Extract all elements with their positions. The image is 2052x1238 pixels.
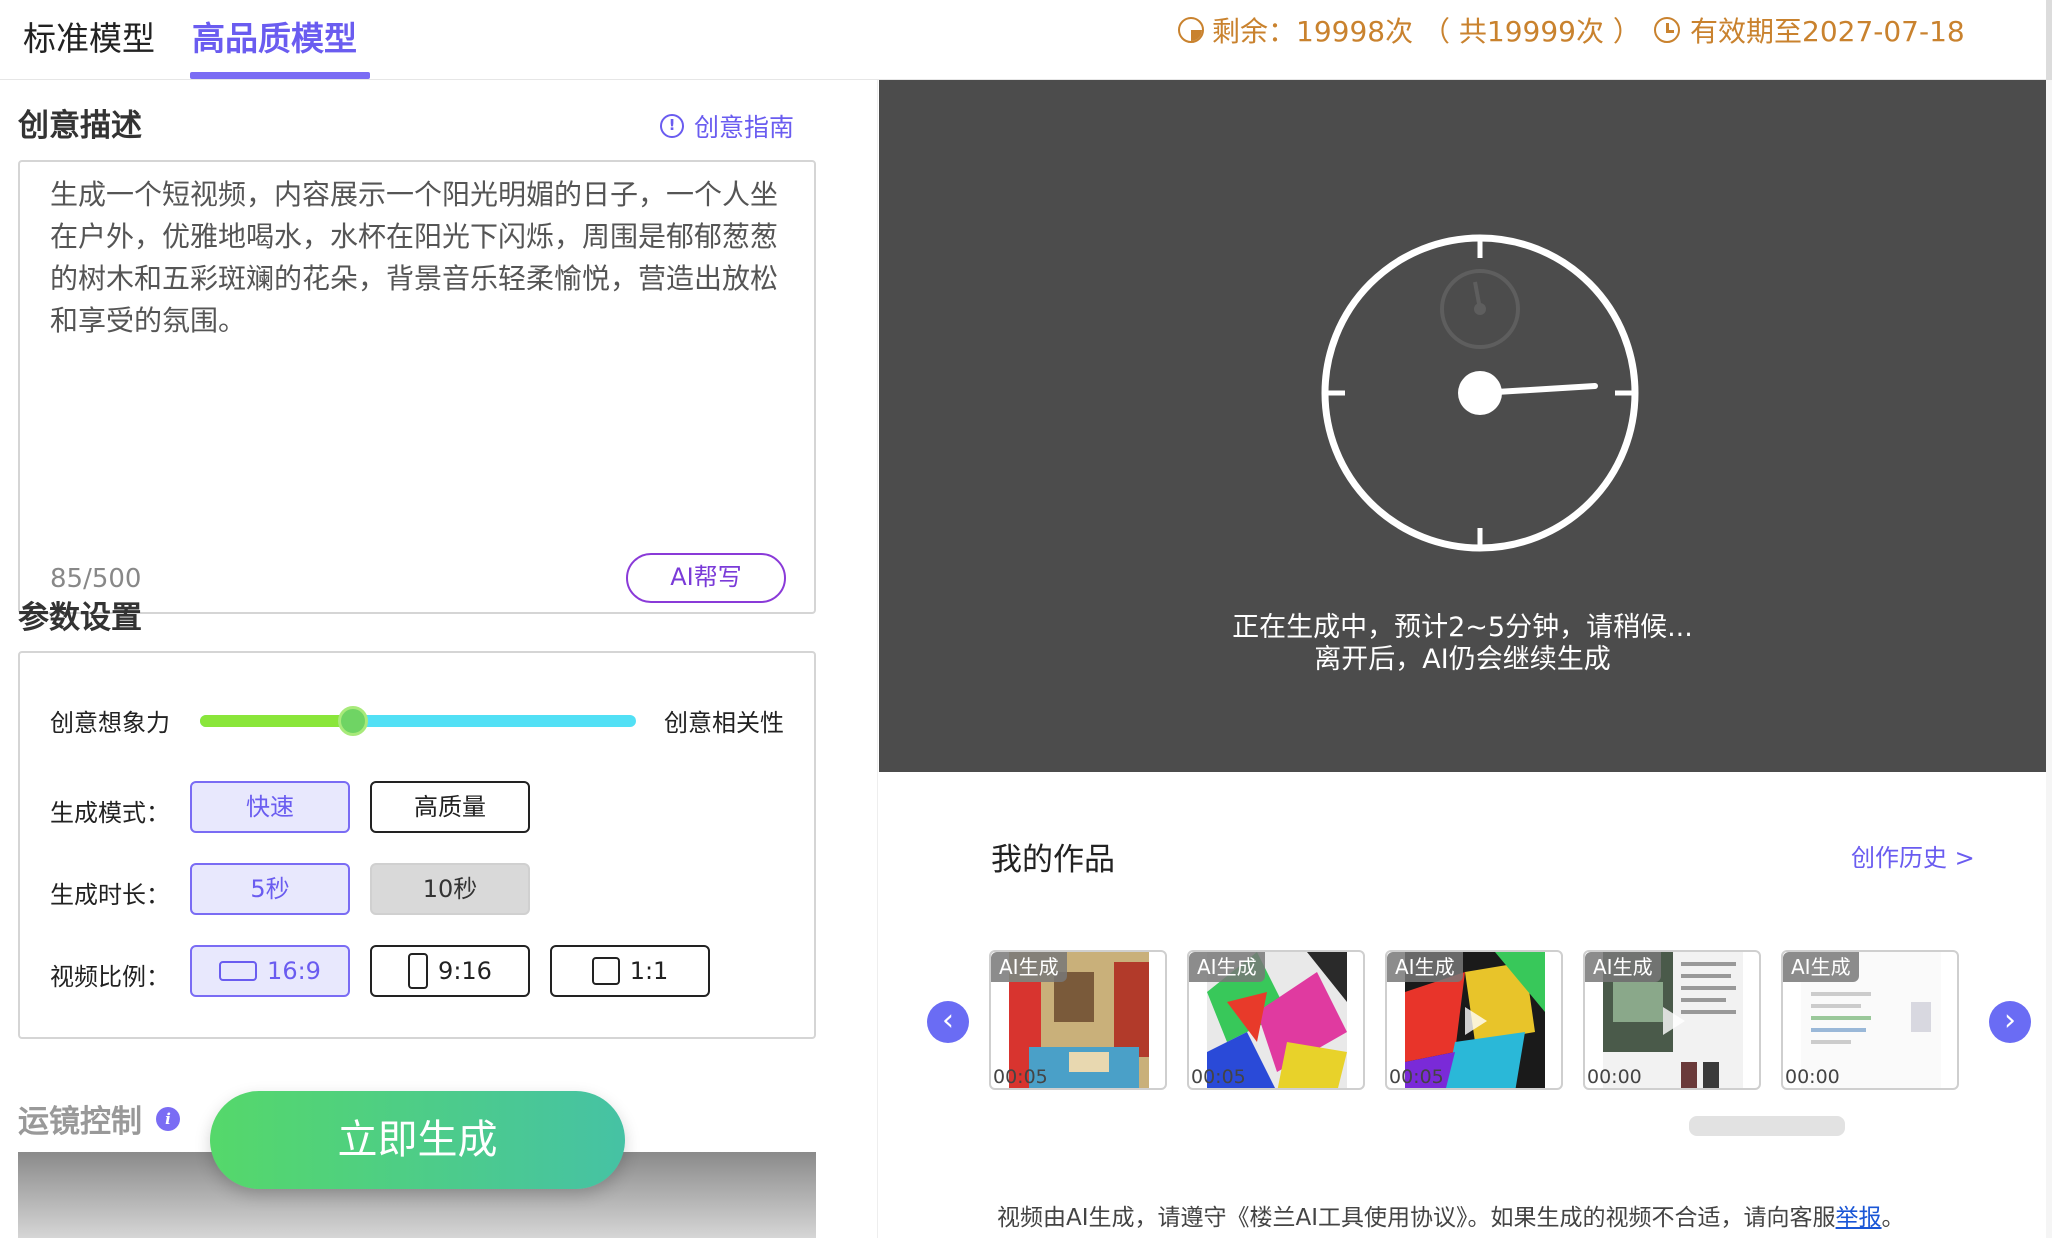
- active-tab-indicator: [190, 72, 370, 79]
- report-link[interactable]: 举报: [1836, 1205, 1882, 1231]
- mode-hq-label: 高质量: [414, 792, 486, 821]
- page-scrollbar[interactable]: [2046, 0, 2052, 80]
- play-icon: [1465, 1007, 1487, 1035]
- ratio-16-9-button[interactable]: 16:9: [190, 945, 350, 997]
- status-line-1: 正在生成中，预计2~5分钟，请稍候...: [1232, 612, 1693, 643]
- creativity-slider-row: 创意想象力 创意相关性: [20, 693, 818, 743]
- ratio-label: 视频比例：: [50, 963, 170, 991]
- pie-icon: [1178, 17, 1204, 43]
- expiry-text: 有效期至2027-07-18: [1690, 15, 1965, 48]
- square-ratio-icon: [591, 957, 620, 985]
- ai-generated-badge: AI生成: [1189, 952, 1265, 982]
- work-duration: 00:00: [1587, 1066, 1642, 1088]
- ai-generated-badge: AI生成: [991, 952, 1067, 982]
- work-thumbnail[interactable]: AI生成 00:00: [1781, 950, 1959, 1090]
- info-icon[interactable]: i: [156, 1106, 180, 1131]
- work-thumbnail[interactable]: AI生成 00:00: [1583, 950, 1761, 1090]
- next-works-button[interactable]: ›: [1989, 1001, 2031, 1043]
- portrait-ratio-icon: [408, 953, 429, 989]
- description-textarea[interactable]: 生成一个短视频，内容展示一个阳光明媚的日子，一个人坐在户外，优雅地喝水，水杯在阳…: [18, 160, 816, 614]
- duration-10s-label: 10秒: [422, 874, 478, 903]
- camera-control-title: 运镜控制 i: [18, 1096, 180, 1141]
- tab-standard-model[interactable]: 标准模型: [23, 12, 155, 60]
- creative-title: 创意描述: [18, 108, 142, 144]
- slider-thumb[interactable]: [338, 706, 368, 736]
- creative-guide-link[interactable]: ! 创意指南: [660, 108, 794, 144]
- ratio-9-16-button[interactable]: 9:16: [370, 945, 530, 997]
- ai-generated-badge: AI生成: [1783, 952, 1859, 982]
- prev-works-button[interactable]: ‹: [927, 1001, 969, 1043]
- work-thumbnail[interactable]: AI生成 00:05: [1187, 950, 1365, 1090]
- work-duration: 00:05: [1389, 1066, 1444, 1088]
- work-thumbnail[interactable]: AI生成 00:05: [1385, 950, 1563, 1090]
- camera-control-label: 运镜控制: [18, 1104, 142, 1140]
- app-root: 标准模型 高品质模型 剩余：19998次 （ 共19999次 ） 有效期至202…: [0, 0, 2052, 1238]
- creative-guide-label: 创意指南: [694, 113, 795, 142]
- play-icon: [1663, 1007, 1685, 1035]
- landscape-ratio-icon: [219, 961, 258, 981]
- quota-info: 剩余：19998次 （ 共19999次 ）: [1178, 10, 1641, 50]
- tab-high-quality-model[interactable]: 高品质模型: [192, 12, 357, 60]
- description-text[interactable]: 生成一个短视频，内容展示一个阳光明媚的日子，一个人坐在户外，优雅地喝水，水杯在阳…: [50, 174, 790, 342]
- right-panel: 正在生成中，预计2~5分钟，请稍候... 离开后，AI仍会继续生成 我的作品 创…: [879, 80, 2052, 1238]
- notice-end: 。: [1881, 1205, 1905, 1231]
- work-thumbnail[interactable]: AI生成 00:05: [989, 950, 1167, 1090]
- left-panel: 创意描述 ! 创意指南 生成一个短视频，内容展示一个阳光明媚的日子，一个人坐在户…: [0, 80, 878, 1238]
- slider-right-label: 创意相关性: [664, 709, 784, 737]
- status-line-2: 离开后，AI仍会继续生成: [1314, 644, 1611, 675]
- generation-status: 正在生成中，预计2~5分钟，请稍候... 离开后，AI仍会继续生成: [879, 612, 2046, 676]
- mode-hq-button[interactable]: 高质量: [370, 781, 530, 833]
- ratio-9-16-label: 9:16: [438, 956, 492, 985]
- expiry-info: 有效期至2027-07-18: [1654, 10, 1965, 50]
- top-bar: 标准模型 高品质模型 剩余：19998次 （ 共19999次 ） 有效期至202…: [0, 0, 2052, 80]
- mode-fast-button[interactable]: 快速: [190, 781, 350, 833]
- character-counter: 85/500: [50, 564, 142, 594]
- video-preview-area: 正在生成中，预计2~5分钟，请稍候... 离开后，AI仍会继续生成: [879, 80, 2046, 772]
- ratio-1-1-button[interactable]: 1:1: [550, 945, 710, 997]
- params-title: 参数设置: [18, 600, 142, 636]
- duration-5s-label: 5秒: [250, 874, 290, 903]
- quota-text: 剩余：19998次 （ 共19999次 ）: [1212, 15, 1641, 48]
- ratio-1-1-label: 1:1: [629, 956, 669, 985]
- ai-generated-badge: AI生成: [1387, 952, 1463, 982]
- mode-fast-label: 快速: [246, 792, 294, 821]
- duration-label: 生成时长：: [50, 881, 170, 909]
- clock-icon: [1654, 17, 1680, 43]
- generate-button[interactable]: 立即生成: [210, 1091, 625, 1189]
- ai-generated-badge: AI生成: [1585, 952, 1661, 982]
- works-carousel: AI生成 00:05 AI生成 00:05 AI生成 00:05 AI生成 00…: [989, 950, 1989, 1092]
- creativity-slider[interactable]: [200, 706, 636, 736]
- ratio-16-9-label: 16:9: [267, 956, 321, 985]
- my-works-section: 我的作品 创作历史 > ‹ › AI生成 00:05 AI生成 00:05 AI…: [879, 772, 2046, 1238]
- exclamation-circle-icon: !: [660, 114, 684, 138]
- slider-left-label: 创意想象力: [50, 709, 170, 737]
- params-panel: 创意想象力 创意相关性 生成模式： 快速 高质量 生成时长： 5秒 10秒 视频…: [18, 651, 816, 1039]
- creation-history-link[interactable]: 创作历史 >: [1851, 838, 1975, 873]
- work-duration: 00:05: [993, 1066, 1048, 1088]
- work-duration: 00:05: [1191, 1066, 1246, 1088]
- my-works-title: 我的作品: [991, 842, 1115, 878]
- duration-10s-button[interactable]: 10秒: [370, 863, 530, 915]
- ai-write-button[interactable]: AI帮写: [626, 553, 786, 603]
- duration-5s-button[interactable]: 5秒: [190, 863, 350, 915]
- work-duration: 00:00: [1785, 1066, 1840, 1088]
- carousel-scrollbar[interactable]: [1689, 1116, 1845, 1136]
- notice-text: 视频由AI生成，请遵守《楼兰AI工具使用协议》。如果生成的视频不合适，请向客服: [997, 1205, 1836, 1231]
- slider-fill: [200, 715, 353, 727]
- mode-label: 生成模式：: [50, 799, 170, 827]
- usage-notice: 视频由AI生成，请遵守《楼兰AI工具使用协议》。如果生成的视频不合适，请向客服举…: [997, 1198, 1905, 1232]
